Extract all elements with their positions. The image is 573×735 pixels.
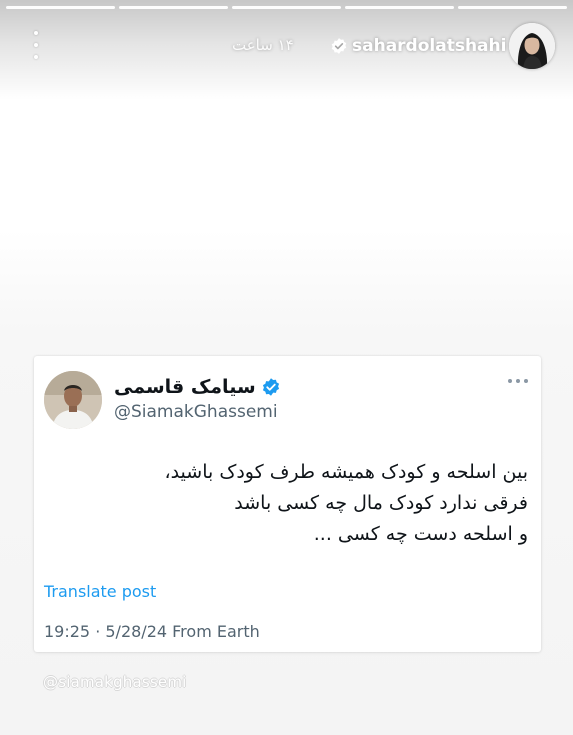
tweet-text-line: فرقی ندارد کودک مال چه کسی باشد bbox=[234, 492, 528, 514]
tweet-text-line: و اسلحه دست چه کسی ... bbox=[313, 523, 528, 545]
story-progress-segment bbox=[232, 6, 341, 9]
tweet-text-line: بین اسلحه و کودک همیشه طرف کودک باشید، bbox=[164, 461, 528, 483]
tweet-text: بین اسلحه و کودک همیشه طرف کودک باشید، ف… bbox=[54, 457, 528, 550]
tweet-author-avatar[interactable] bbox=[44, 371, 102, 429]
avatar-image bbox=[44, 371, 102, 429]
tweet-author-name-row[interactable]: سیامک قاسمی bbox=[114, 374, 281, 400]
horizontal-ellipsis-icon[interactable] bbox=[508, 378, 528, 384]
avatar-image bbox=[509, 23, 555, 69]
story-time: ۱۴ ساعت bbox=[232, 36, 294, 54]
tweet-card[interactable]: سیامک قاسمی @SiamakGhassemi بین اسلحه و … bbox=[34, 356, 541, 652]
vertical-ellipsis-icon[interactable] bbox=[26, 31, 46, 59]
tweet-display-name: سیامک قاسمی bbox=[114, 376, 256, 398]
story-progress-segment bbox=[345, 6, 454, 9]
mention-sticker[interactable]: @siamakghassemi bbox=[43, 673, 187, 691]
verified-badge-icon bbox=[262, 378, 279, 396]
story-progress-segment bbox=[119, 6, 228, 9]
tweet-handle[interactable]: @SiamakGhassemi bbox=[114, 402, 278, 422]
verified-badge-icon bbox=[331, 38, 347, 54]
story-author[interactable]: sahardolatshahi bbox=[330, 34, 506, 58]
story-progress-bar bbox=[6, 6, 567, 9]
story-progress-segment bbox=[6, 6, 115, 9]
story-username: sahardolatshahi bbox=[352, 36, 507, 56]
translate-post-link[interactable]: Translate post bbox=[44, 582, 156, 601]
tweet-timestamp: 19:25 · 5/28/24 From Earth bbox=[44, 622, 260, 641]
story-author-avatar[interactable] bbox=[509, 23, 555, 69]
story-progress-segment bbox=[458, 6, 567, 9]
story-header: ۱۴ ساعت sahardolatshahi bbox=[0, 20, 573, 72]
